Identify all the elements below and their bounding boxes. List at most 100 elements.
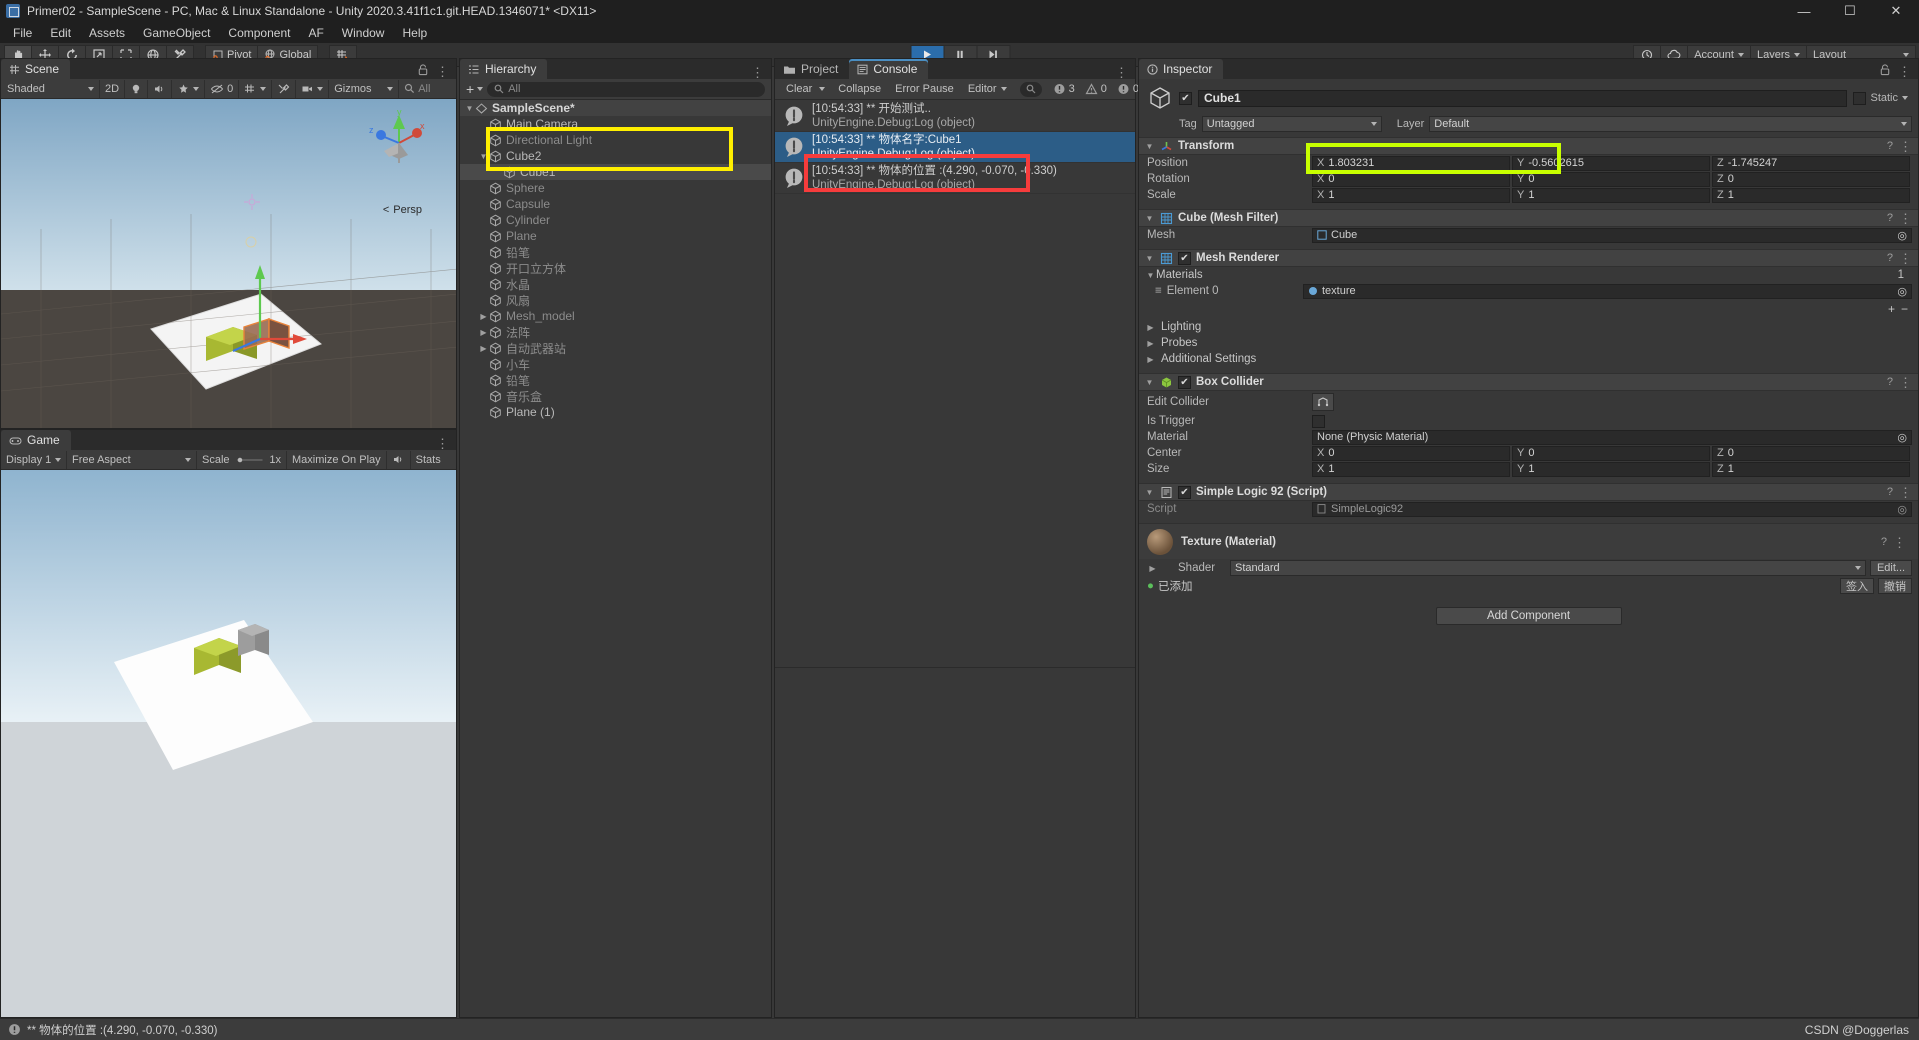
console-log-entry[interactable]: [10:54:33] ** 开始测试.. UnityEngine.Debug:Lo… xyxy=(775,101,1135,132)
object-picker-icon[interactable]: ◎ xyxy=(1897,285,1907,298)
menu-item-af[interactable]: AF xyxy=(299,24,332,42)
object-active-checkbox[interactable]: ✔ xyxy=(1179,91,1192,105)
position-x-field[interactable]: X 1.803231 xyxy=(1312,155,1510,171)
tab-scene[interactable]: Scene xyxy=(1,59,71,79)
console-error-count[interactable]: 3 xyxy=(1048,83,1080,96)
component-options-kebab[interactable]: ⋮ xyxy=(1899,376,1912,389)
rotation-y-field[interactable]: Y0 xyxy=(1512,171,1710,187)
scale-z-field[interactable]: Z1 xyxy=(1712,187,1910,203)
hierarchy-item-cylinder[interactable]: Cylinder xyxy=(460,212,771,228)
layer-dropdown[interactable]: Default xyxy=(1429,116,1912,132)
chevron-down-icon[interactable] xyxy=(819,87,826,91)
menu-item-gameobject[interactable]: GameObject xyxy=(134,24,219,42)
menu-item-help[interactable]: Help xyxy=(393,24,436,42)
tag-dropdown[interactable]: Untagged xyxy=(1201,116,1382,132)
shader-dropdown[interactable]: Standard xyxy=(1230,560,1866,576)
help-icon[interactable]: ? xyxy=(1887,140,1893,152)
foldout-arrow-icon[interactable]: ▶ xyxy=(478,312,489,321)
rotation-x-field[interactable]: X0 xyxy=(1312,171,1510,187)
scene-search-box[interactable]: All xyxy=(399,80,455,98)
size-y-field[interactable]: Y1 xyxy=(1512,461,1710,477)
apply-button[interactable]: 签入 xyxy=(1840,578,1874,594)
menu-item-assets[interactable]: Assets xyxy=(80,24,134,42)
mesh-object-field[interactable]: Cube ◎ xyxy=(1312,227,1912,243)
hierarchy-item-cube2[interactable]: ▼ Cube2 xyxy=(460,148,771,164)
additional-settings-foldout[interactable]: ▶ Additional Settings xyxy=(1139,351,1918,367)
scale-y-field[interactable]: Y1 xyxy=(1512,187,1710,203)
foldout-arrow-icon[interactable]: ▶ xyxy=(478,328,489,337)
lighting-foldout[interactable]: ▶ Lighting xyxy=(1139,319,1918,335)
scene-lighting-toggle[interactable] xyxy=(125,79,149,98)
scene-fx-dropdown[interactable] xyxy=(172,79,206,98)
revert-button[interactable]: 撤销 xyxy=(1878,578,1912,594)
console-warning-count[interactable]: 0 xyxy=(1080,82,1112,96)
aspect-dropdown[interactable]: Free Aspect xyxy=(67,450,197,469)
maximize-button[interactable]: ☐ xyxy=(1827,0,1873,22)
inspector-options-kebab[interactable]: ⋮ xyxy=(1898,65,1911,78)
script-enabled-checkbox[interactable]: ✔ xyxy=(1178,485,1191,499)
is-trigger-checkbox[interactable] xyxy=(1312,414,1325,428)
game-mute-button[interactable] xyxy=(387,450,411,469)
add-material-button[interactable]: + xyxy=(1888,302,1895,316)
console-editor-dropdown[interactable]: Editor xyxy=(961,81,1014,98)
hierarchy-item-directional-light[interactable]: Directional Light xyxy=(460,132,771,148)
materials-foldout-row[interactable]: ▼ Materials 1 xyxy=(1139,267,1918,283)
foldout-arrow-icon[interactable]: ▶ xyxy=(1145,323,1156,332)
scene-grid-dropdown[interactable] xyxy=(239,79,273,98)
gizmos-dropdown[interactable]: Gizmos xyxy=(329,79,400,98)
component-options-kebab[interactable]: ⋮ xyxy=(1899,212,1912,225)
foldout-arrow-icon[interactable]: ▼ xyxy=(1144,254,1155,263)
size-z-field[interactable]: Z1 xyxy=(1712,461,1910,477)
hierarchy-item-plane-1[interactable]: Plane (1) xyxy=(460,404,771,420)
foldout-arrow-icon[interactable]: ▼ xyxy=(1144,488,1155,497)
foldout-arrow-icon[interactable]: ▼ xyxy=(464,104,475,113)
hierarchy-item-[interactable]: 音乐盒 xyxy=(460,388,771,404)
scene-snap-tool[interactable] xyxy=(272,79,297,98)
rotation-z-field[interactable]: Z0 xyxy=(1712,171,1910,187)
foldout-arrow-icon[interactable]: ▼ xyxy=(1145,271,1156,280)
console-search-input[interactable] xyxy=(1019,81,1042,97)
hierarchy-item-[interactable]: 小车 xyxy=(460,356,771,372)
minimize-button[interactable]: — xyxy=(1781,0,1827,22)
center-y-field[interactable]: Y0 xyxy=(1512,445,1710,461)
material-component-header[interactable]: Texture (Material) ? ⋮ xyxy=(1139,523,1918,559)
hierarchy-item-main-camera[interactable]: Main Camera xyxy=(460,116,771,132)
foldout-arrow-icon[interactable]: ▶ xyxy=(1145,355,1156,364)
hierarchy-options-kebab[interactable]: ⋮ xyxy=(751,66,764,79)
center-x-field[interactable]: X0 xyxy=(1312,445,1510,461)
component-options-kebab[interactable]: ⋮ xyxy=(1899,486,1912,499)
component-options-kebab[interactable]: ⋮ xyxy=(1899,252,1912,265)
foldout-arrow-icon[interactable]: ▶ xyxy=(1145,339,1156,348)
hierarchy-item-[interactable]: 铅笔 xyxy=(460,244,771,260)
size-x-field[interactable]: X1 xyxy=(1312,461,1510,477)
hierarchy-item-[interactable]: ▶ 自动武器站 xyxy=(460,340,771,356)
static-checkbox-group[interactable]: Static xyxy=(1853,91,1912,105)
object-name-field[interactable]: Cube1 xyxy=(1198,89,1848,107)
object-picker-icon[interactable]: ◎ xyxy=(1897,431,1907,444)
hierarchy-item-[interactable]: ▶ 法阵 xyxy=(460,324,771,340)
lock-icon[interactable] xyxy=(418,64,428,79)
collider-material-field[interactable]: None (Physic Material) ◎ xyxy=(1312,429,1912,445)
position-y-field[interactable]: Y -0.5602615 xyxy=(1512,155,1710,171)
help-icon[interactable]: ? xyxy=(1887,376,1893,388)
scale-slider[interactable]: Scale 1x xyxy=(197,450,287,469)
hierarchy-item-sphere[interactable]: Sphere xyxy=(460,180,771,196)
toggle-2d-button[interactable]: 2D xyxy=(100,79,126,98)
foldout-arrow-icon[interactable]: ▼ xyxy=(1144,142,1155,151)
tab-game[interactable]: Game xyxy=(1,430,71,450)
hierarchy-item-cube1[interactable]: Cube1 xyxy=(460,164,771,180)
console-error-pause-button[interactable]: Error Pause xyxy=(888,81,961,98)
hierarchy-item-samplescene[interactable]: ▼ SampleScene* xyxy=(460,100,771,116)
foldout-arrow-icon[interactable]: ▶ xyxy=(478,344,489,353)
console-options-kebab[interactable]: ⋮ xyxy=(1115,66,1128,79)
tab-hierarchy[interactable]: Hierarchy xyxy=(460,59,548,79)
scene-viewport[interactable]: y x z < Persp xyxy=(1,99,456,428)
foldout-arrow-icon[interactable]: ▼ xyxy=(1144,378,1155,387)
position-z-field[interactable]: Z -1.745247 xyxy=(1712,155,1910,171)
drag-handle-icon[interactable]: ≡ xyxy=(1155,285,1162,297)
tab-project[interactable]: Project xyxy=(775,59,850,79)
hierarchy-item-[interactable]: 水晶 xyxy=(460,276,771,292)
scene-perspective-label[interactable]: < Persp xyxy=(383,204,422,216)
help-icon[interactable]: ? xyxy=(1887,252,1893,264)
foldout-arrow-icon[interactable]: ▶ xyxy=(1147,564,1158,573)
